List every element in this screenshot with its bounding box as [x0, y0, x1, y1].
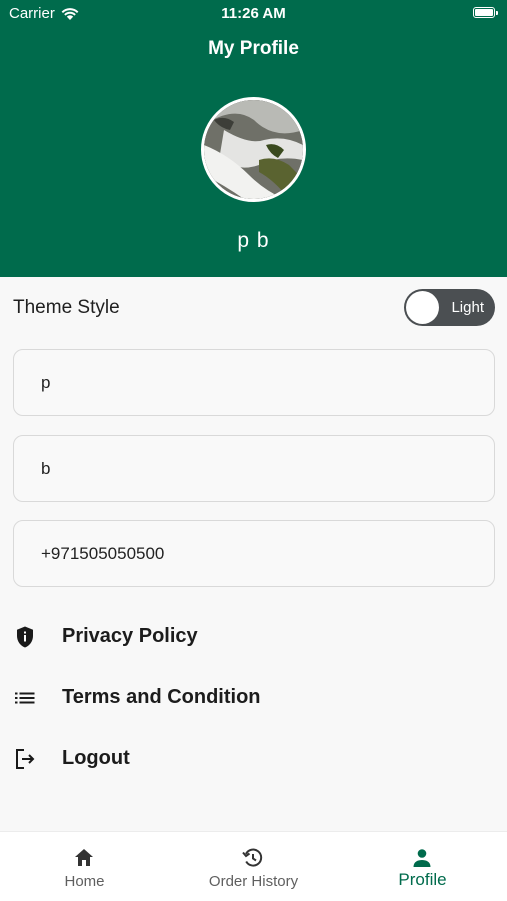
bottom-navigation: Home Order History Profile: [0, 831, 507, 901]
privacy-policy-item[interactable]: Privacy Policy: [13, 615, 495, 659]
profile-header: Carrier 11:26 AM My Profile p b: [0, 0, 507, 277]
home-icon: [75, 849, 93, 866]
toggle-knob: [406, 291, 439, 324]
phone-input[interactable]: [14, 521, 494, 586]
logout-label: Logout: [62, 747, 130, 769]
nav-profile-label: Profile: [398, 870, 447, 889]
nav-order-history[interactable]: Order History: [169, 832, 338, 901]
profile-name: p b: [237, 229, 270, 252]
avatar[interactable]: [201, 97, 306, 202]
person-icon: [413, 849, 431, 867]
status-time: 11:26 AM: [221, 5, 286, 22]
status-bar: Carrier 11:26 AM: [0, 0, 507, 28]
first-name-field[interactable]: [13, 349, 495, 416]
logout-item[interactable]: Logout: [13, 737, 495, 781]
terms-item[interactable]: Terms and Condition: [13, 676, 495, 720]
nav-home-label: Home: [64, 873, 105, 890]
last-name-input[interactable]: [14, 436, 494, 501]
theme-toggle-label: Light: [451, 299, 484, 316]
battery-icon: [473, 7, 498, 18]
page-title: My Profile: [208, 38, 299, 59]
nav-profile[interactable]: Profile: [338, 832, 507, 901]
nav-home[interactable]: Home: [0, 832, 169, 901]
privacy-policy-label: Privacy Policy: [62, 625, 198, 647]
shield-icon: [17, 626, 33, 648]
avatar-image: [204, 100, 303, 199]
theme-style-row: Theme Style Light: [13, 289, 495, 326]
list-icon: [15, 692, 35, 704]
terms-label: Terms and Condition: [62, 686, 261, 708]
theme-toggle[interactable]: Light: [404, 289, 495, 326]
history-icon: [242, 848, 263, 867]
theme-style-label: Theme Style: [13, 297, 120, 318]
phone-field[interactable]: [13, 520, 495, 587]
nav-order-history-label: Order History: [208, 873, 299, 890]
last-name-field[interactable]: [13, 435, 495, 502]
first-name-input[interactable]: [14, 350, 494, 415]
logout-icon: [16, 749, 35, 769]
